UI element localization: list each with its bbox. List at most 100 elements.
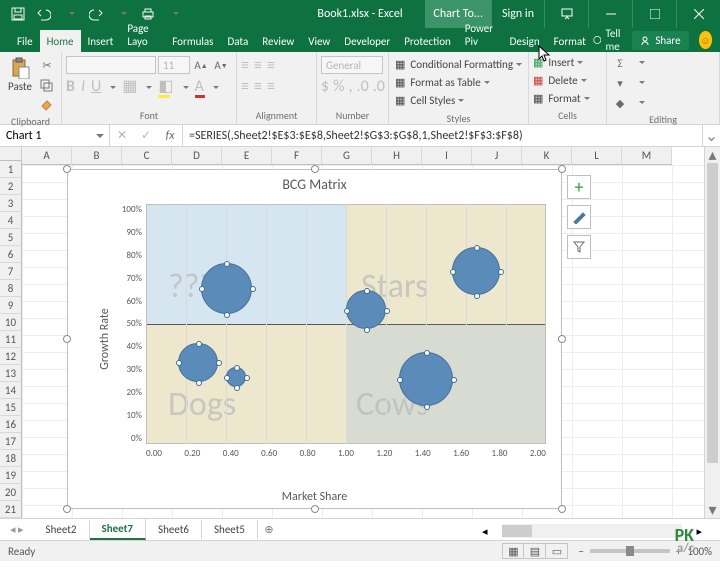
row-header[interactable]: 9	[0, 297, 22, 314]
tab-file[interactable]: File	[10, 30, 40, 52]
chart-handle[interactable]	[558, 165, 566, 173]
tab-developer[interactable]: Developer	[337, 30, 397, 52]
x-axis-label[interactable]: Market Share	[282, 490, 347, 504]
data-bubble[interactable]	[452, 247, 500, 295]
row-header[interactable]: 6	[0, 246, 22, 263]
font-size-input[interactable]: 11	[158, 56, 190, 74]
autosum-dropdown[interactable]	[631, 54, 649, 72]
bold-icon[interactable]: B	[66, 77, 75, 96]
column-headers[interactable]: ABCDEFGHIJKLM	[22, 147, 704, 165]
ribbon-options-icon[interactable]	[544, 0, 588, 28]
data-bubble[interactable]	[178, 343, 217, 382]
row-header[interactable]: 20	[0, 484, 22, 501]
col-header[interactable]: D	[172, 147, 222, 165]
format-as-table-button[interactable]: ▦Format as Table	[395, 74, 522, 91]
col-header[interactable]: C	[122, 147, 172, 165]
row-header[interactable]: 15	[0, 399, 22, 416]
undo-icon[interactable]	[32, 3, 56, 25]
redo-icon[interactable]	[84, 3, 108, 25]
sheet-tab[interactable]: Sheet5	[202, 520, 258, 539]
tell-me[interactable]: Tell me	[593, 27, 629, 53]
tab-home[interactable]: Home	[40, 30, 81, 52]
chart-title[interactable]: BCG Matrix	[68, 170, 561, 197]
tab-insert[interactable]: Insert	[81, 30, 121, 52]
col-header[interactable]: F	[272, 147, 322, 165]
chart-filters-button[interactable]	[567, 235, 591, 259]
border-dropdown[interactable]	[143, 77, 152, 96]
chart-handle[interactable]	[311, 165, 319, 173]
row-header[interactable]: 2	[0, 178, 22, 195]
cut-icon[interactable]: ✂	[38, 56, 56, 74]
undo-dropdown[interactable]	[58, 3, 82, 25]
row-header[interactable]: 14	[0, 382, 22, 399]
tab-design[interactable]: Design	[503, 30, 547, 52]
close-button[interactable]	[676, 0, 720, 28]
chart-handle[interactable]	[63, 505, 71, 513]
delete-cells-button[interactable]: ▦Delete	[533, 72, 602, 89]
row-header[interactable]: 13	[0, 365, 22, 382]
row-header[interactable]: 5	[0, 229, 22, 246]
col-header[interactable]: K	[522, 147, 572, 165]
save-icon[interactable]	[6, 3, 30, 25]
align-center-icon[interactable]: ≡	[254, 77, 262, 96]
clear-icon[interactable]: ◆	[611, 94, 629, 112]
border-icon[interactable]: ▦	[122, 76, 137, 96]
tab-powerpivot[interactable]: Power Piv	[458, 17, 503, 52]
row-header[interactable]: 4	[0, 212, 22, 229]
maximize-button[interactable]	[632, 0, 676, 28]
plot-area[interactable]: ??? Stars Dogs Cows	[146, 204, 546, 444]
row-headers[interactable]: 123456789101112131415161718192021	[0, 161, 22, 518]
enter-formula-icon[interactable]: ✓	[134, 128, 158, 143]
decrease-decimal-icon[interactable]: .0	[373, 77, 385, 96]
tab-formulas[interactable]: Formulas	[165, 30, 220, 52]
font-name-input[interactable]	[66, 56, 156, 74]
col-header[interactable]: A	[22, 147, 72, 165]
page-layout-icon[interactable]: ▤	[524, 543, 546, 559]
page-break-icon[interactable]: ▭	[546, 543, 568, 559]
cell-styles-button[interactable]: ▦Cell Styles	[395, 92, 522, 109]
fontcolor-dropdown[interactable]	[210, 77, 219, 96]
align-middle-icon[interactable]: ≡	[254, 56, 262, 75]
zoom-slider[interactable]	[590, 549, 670, 553]
percent-icon[interactable]: %	[333, 77, 344, 96]
tab-review[interactable]: Review	[255, 30, 301, 52]
sheet-tab[interactable]: Sheet6	[146, 520, 202, 539]
col-header[interactable]: G	[322, 147, 372, 165]
row-header[interactable]: 12	[0, 348, 22, 365]
chart-handle[interactable]	[558, 335, 566, 343]
italic-icon[interactable]: I	[81, 77, 85, 96]
new-sheet-button[interactable]: ⊕	[258, 523, 280, 536]
format-cells-button[interactable]: ▦Format	[533, 90, 602, 107]
underline-dropdown[interactable]	[107, 77, 116, 96]
row-header[interactable]: 1	[0, 161, 22, 178]
align-left-icon[interactable]: ≡	[241, 77, 249, 96]
chart-handle[interactable]	[63, 335, 71, 343]
row-header[interactable]: 7	[0, 263, 22, 280]
sheet-nav[interactable]: ◂ ▸	[0, 523, 34, 536]
vertical-scrollbar[interactable]: ▴ ▾	[704, 147, 720, 518]
align-right-icon[interactable]: ≡	[267, 77, 275, 96]
comma-icon[interactable]: ,	[349, 77, 353, 96]
expand-formula-icon[interactable]: ⌄	[702, 125, 720, 146]
tab-protection[interactable]: Protection	[397, 30, 458, 52]
formula-input[interactable]: =SERIES(,Sheet2!$E$3:$E$8,Sheet2!$G$3:$G…	[183, 125, 702, 146]
row-header[interactable]: 19	[0, 467, 22, 484]
chart-handle[interactable]	[63, 165, 71, 173]
minimize-button[interactable]	[588, 0, 632, 28]
scroll-thumb[interactable]	[707, 163, 718, 463]
align-bottom-icon[interactable]: ≡	[267, 56, 275, 75]
fx-icon[interactable]: fx	[158, 129, 182, 143]
font-color-icon[interactable]: A	[195, 77, 204, 96]
format-painter-icon[interactable]	[38, 96, 56, 114]
fill-dropdown[interactable]	[180, 77, 189, 96]
embedded-chart[interactable]: BCG Matrix Growth Rate 100%90%80%70%60%5…	[67, 169, 562, 509]
copy-icon[interactable]	[38, 76, 56, 94]
sheet-tab[interactable]: Sheet7	[90, 519, 147, 540]
tab-view[interactable]: View	[301, 30, 337, 52]
underline-icon[interactable]: U	[91, 77, 101, 96]
insert-cells-button[interactable]: ▦Insert	[533, 54, 602, 71]
qat-customize[interactable]	[162, 3, 186, 25]
chart-elements-button[interactable]: +	[567, 175, 591, 199]
row-header[interactable]: 3	[0, 195, 22, 212]
data-bubble[interactable]	[226, 367, 246, 387]
